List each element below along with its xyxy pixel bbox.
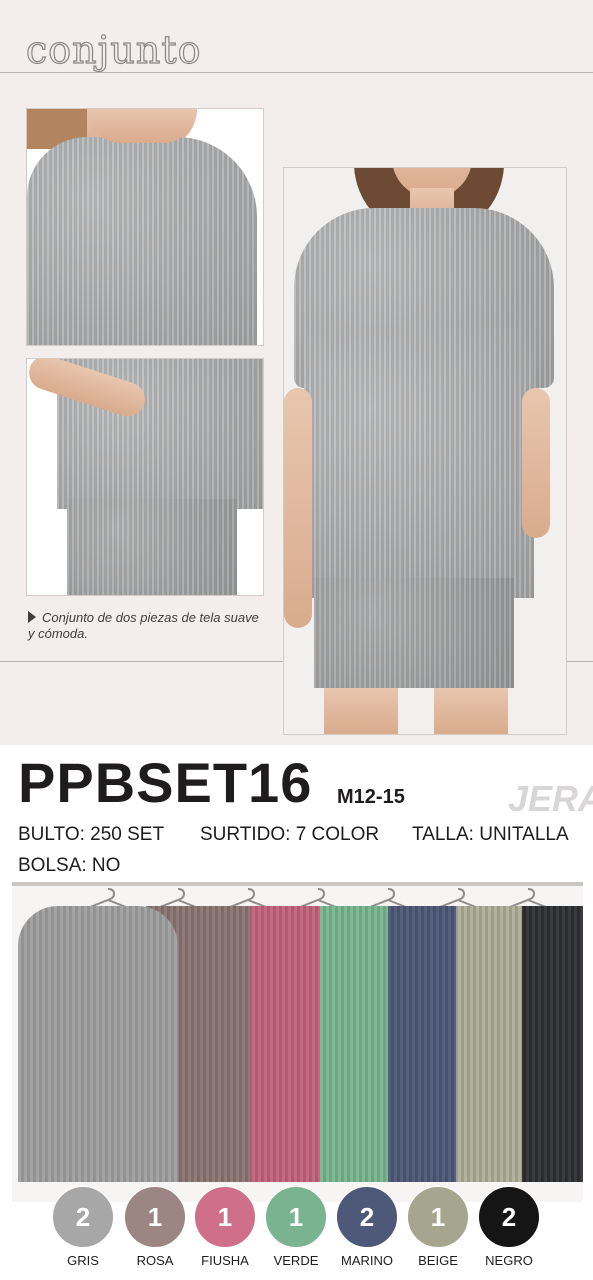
detail-photo-hem xyxy=(26,358,264,596)
bulto-info: BULTO: 250 SET xyxy=(18,824,165,845)
shirt-gris xyxy=(18,906,178,1182)
page-title: conjunto xyxy=(25,27,202,72)
swatch-dot: 2 xyxy=(478,1186,540,1248)
detail-photo-neckline xyxy=(26,108,264,346)
swatch-dot: 1 xyxy=(194,1186,256,1248)
swatch-label: VERDE xyxy=(273,1253,319,1268)
size-range: M12-15 xyxy=(337,786,405,808)
color-swatch-gris: 2 GRIS xyxy=(50,1186,116,1268)
rack-rail xyxy=(12,882,583,886)
color-swatch-fiusha: 1 FIUSHA xyxy=(192,1186,258,1268)
color-rack-photo xyxy=(12,882,583,1202)
swatch-dot: 1 xyxy=(407,1186,469,1248)
swatch-label: NEGRO xyxy=(485,1253,533,1268)
swatch-dot: 1 xyxy=(124,1186,186,1248)
swatch-label: MARINO xyxy=(341,1253,393,1268)
surtido-info: SURTIDO: 7 COLOR xyxy=(200,824,380,845)
color-swatch-rosa: 1 ROSA xyxy=(122,1186,188,1268)
bolsa-info: BOLSA: NO xyxy=(18,855,121,876)
talla-info: TALLA: UNITALLA xyxy=(412,824,569,845)
product-code: PPBSET16 xyxy=(18,751,313,814)
swatch-dot: 2 xyxy=(336,1186,398,1248)
brand-logo: JERA xyxy=(508,778,593,819)
swatch-label: GRIS xyxy=(67,1253,99,1268)
color-swatch-beige: 1 BEIGE xyxy=(405,1186,471,1268)
color-swatch-negro: 2 NEGRO xyxy=(476,1186,542,1268)
swatch-label: FIUSHA xyxy=(201,1253,249,1268)
swatch-label: ROSA xyxy=(136,1253,174,1268)
swatch-dot: 1 xyxy=(265,1186,327,1248)
swatch-dot: 2 xyxy=(52,1186,114,1248)
color-swatch-marino: 2 MARINO xyxy=(334,1186,400,1268)
model-photo xyxy=(283,167,567,735)
swatch-label: BEIGE xyxy=(418,1253,458,1268)
product-caption: Conjunto de dos piezas de tela suave y c… xyxy=(28,610,259,641)
color-swatch-verde: 1 VERDE xyxy=(263,1186,329,1268)
caption-arrow-icon xyxy=(28,611,36,623)
